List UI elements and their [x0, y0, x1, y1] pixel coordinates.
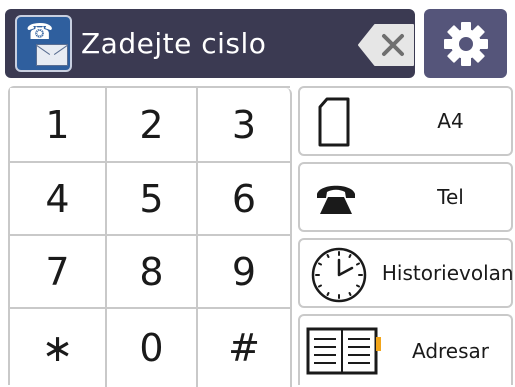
key-4[interactable]: 4 [10, 163, 107, 236]
call-history-label: Historie volani [382, 240, 515, 306]
gear-icon [443, 21, 488, 66]
page-title: Zadejte cislo [81, 27, 267, 60]
phone-icon [317, 185, 355, 214]
settings-button[interactable] [424, 9, 507, 78]
key-star[interactable]: ∗ [10, 309, 107, 387]
address-book-icon [306, 327, 381, 375]
tel-button[interactable]: Tel [298, 162, 513, 232]
call-history-label-line2: volani [459, 261, 515, 285]
key-8[interactable]: 8 [107, 236, 198, 309]
key-9[interactable]: 9 [198, 236, 292, 309]
key-7[interactable]: 7 [10, 236, 107, 309]
key-6[interactable]: 6 [198, 163, 292, 236]
key-0[interactable]: 0 [107, 309, 198, 387]
tel-label: Tel [437, 185, 464, 209]
key-5[interactable]: 5 [107, 163, 198, 236]
key-hash[interactable]: # [198, 309, 292, 387]
number-input-bar[interactable]: ☎ Zadejte cislo [5, 9, 415, 78]
backspace-icon [358, 24, 414, 66]
key-2[interactable]: 2 [107, 88, 198, 163]
paper-size-button[interactable]: A4 [298, 86, 513, 156]
clock-icon [311, 247, 367, 303]
address-book-button[interactable]: Adresar [298, 314, 513, 385]
backspace-button[interactable] [357, 23, 415, 67]
key-1[interactable]: 1 [10, 88, 107, 163]
address-book-label: Adresar [411, 338, 489, 363]
paper-size-label: A4 [437, 109, 464, 133]
fax-envelope-icon: ☎ [15, 15, 72, 72]
call-history-label-line1: Historie [381, 261, 460, 285]
call-history-button[interactable]: Historie volani [298, 238, 515, 308]
key-3[interactable]: 3 [198, 88, 292, 163]
numeric-keypad: 1 2 3 4 5 6 7 8 9 ∗ 0 # [8, 86, 292, 387]
paper-icon [318, 97, 350, 147]
